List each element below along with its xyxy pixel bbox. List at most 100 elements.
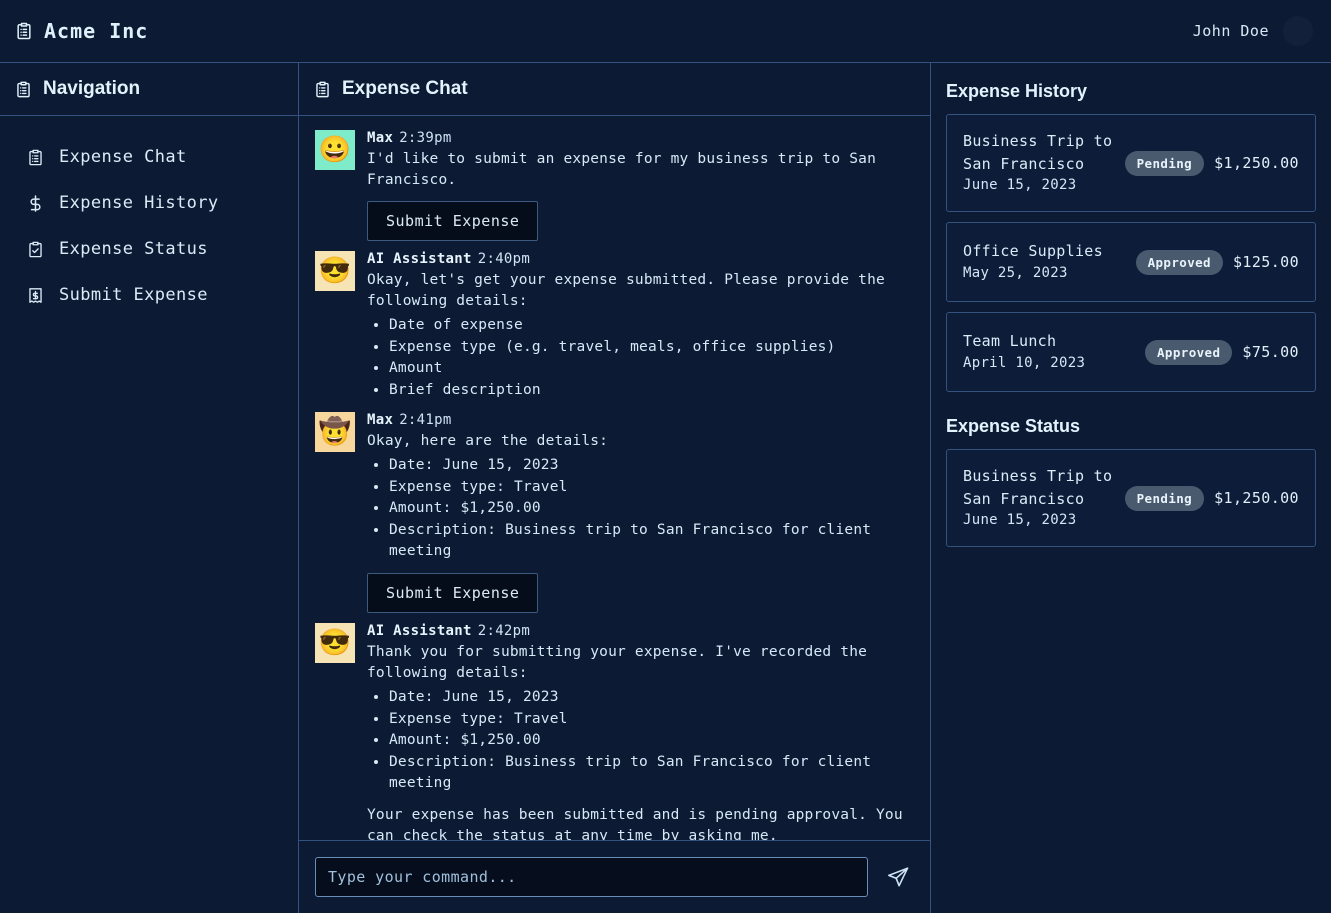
- clipboard-list-icon: [14, 80, 33, 99]
- user-name: John Doe: [1192, 22, 1269, 40]
- message-author: Max: [367, 130, 394, 146]
- chat-message: 😎 AI Assistant 2:42pm Thank you for submitt…: [315, 623, 914, 840]
- message-avatar: 😎: [315, 623, 355, 664]
- message-bullet: Expense type: Travel: [389, 477, 914, 498]
- message-list: 😀 Max 2:39pm I'd like to submit an expense …: [299, 116, 930, 840]
- chat-column: Expense Chat 😀 Max 2:39pm I'd like to submi…: [299, 63, 931, 913]
- expense-card-info: Business Trip to San Francisco June 15, 2…: [963, 130, 1112, 196]
- message-bullet-list: Date: June 15, 2023Expense type: TravelA…: [389, 455, 914, 561]
- message-bullet: Description: Business trip to San Franci…: [389, 520, 914, 561]
- expense-card-meta: Approved $75.00: [1145, 339, 1299, 365]
- expense-card-date: April 10, 2023: [963, 354, 1086, 371]
- message-bullet: Amount: [389, 358, 914, 379]
- status-badge: Approved: [1135, 249, 1223, 275]
- message-trailing-text: Your expense has been submitted and is p…: [367, 807, 912, 840]
- expense-card-title: Team Lunch: [963, 332, 1057, 351]
- message-meta: Max 2:41pm: [367, 412, 914, 428]
- sidebar-item-submit-expense[interactable]: Submit Expense: [0, 272, 298, 318]
- chat-message: 😀 Max 2:39pm I'd like to submit an expense …: [315, 130, 914, 242]
- expense-status-title: Expense Status: [946, 416, 1081, 436]
- expense-card-meta: Approved $125.00: [1135, 249, 1299, 275]
- expense-history-card[interactable]: Business Trip to San Francisco June 15, 2…: [946, 114, 1316, 212]
- sidebar-header: Navigation: [0, 63, 298, 116]
- message-bullet: Expense type: Travel: [389, 709, 914, 730]
- composer: [299, 840, 930, 913]
- brand[interactable]: Acme Inc: [14, 19, 148, 43]
- expense-card-title: Business Trip to San Francisco: [963, 467, 1113, 508]
- receipt-dollar-icon: [26, 286, 45, 305]
- sidebar-item-label: Submit Expense: [59, 285, 208, 305]
- expense-card-title: Office Supplies: [963, 242, 1103, 261]
- send-paper-plane-icon: [886, 865, 910, 889]
- clipboard-list-icon: [14, 21, 34, 41]
- message-text: Okay, here are the details:: [367, 432, 609, 449]
- chat-message: 🤠 Max 2:41pm Okay, here are the details: Dat…: [315, 411, 914, 614]
- message-text: Thank you for submitting your expense. I…: [367, 644, 877, 681]
- status-badge: Pending: [1124, 150, 1205, 176]
- sidebar: Navigation Expense Chat Expense History …: [0, 63, 299, 913]
- message-author: AI Assistant: [367, 623, 472, 640]
- message-author: Max: [367, 411, 394, 428]
- clipboard-list-icon: [26, 148, 45, 167]
- message-bullet-list: Date of expenseExpense type (e.g. travel…: [389, 315, 914, 400]
- message-bullet: Date: June 15, 2023: [389, 455, 914, 476]
- message-body: Max 2:39pm I'd like to submit an expense f…: [367, 130, 914, 242]
- sidebar-item-label: Expense Status: [59, 239, 208, 259]
- clipboard-check-icon: [26, 240, 45, 259]
- expense-card-meta: Pending $1,250.00: [1124, 150, 1299, 176]
- message-time: 2:40pm: [477, 251, 531, 268]
- message-time: 2:41pm: [399, 411, 452, 428]
- message-body: AI Assistant 2:42pm Thank you for submitti…: [367, 623, 914, 840]
- expense-card-amount: $125.00: [1232, 253, 1299, 271]
- message-bullet: Description: Business trip to San Franci…: [389, 752, 914, 793]
- user-area[interactable]: John Doe: [1193, 16, 1313, 46]
- message-avatar: 🤠: [315, 411, 355, 452]
- message-meta: Max 2:39pm: [367, 130, 914, 146]
- message-time: 2:39pm: [399, 130, 452, 146]
- sidebar-item-expense-chat[interactable]: Expense Chat: [0, 134, 298, 180]
- message-text: I'd like to submit an expense for my bus…: [367, 151, 885, 188]
- command-input[interactable]: [315, 857, 868, 897]
- message-bullet: Amount: $1,250.00: [389, 498, 914, 519]
- expense-card-date: June 15, 2023: [963, 512, 1077, 528]
- message-meta: AI Assistant 2:40pm: [367, 251, 914, 267]
- expense-card-info: Business Trip to San Francisco June 15, 2…: [963, 465, 1112, 531]
- chat-header: Expense Chat: [299, 63, 930, 116]
- sidebar-header-title: Navigation: [43, 78, 141, 99]
- expense-card-amount: $75.00: [1242, 343, 1299, 361]
- right-panel: Expense History Business Trip to San Fra…: [931, 63, 1331, 913]
- body-row: Navigation Expense Chat Expense History …: [0, 63, 1331, 913]
- expense-card-info: Team Lunch April 10, 2023: [963, 330, 1085, 374]
- expense-card-date: June 15, 2023: [963, 177, 1077, 193]
- expense-status-card[interactable]: Business Trip to San Francisco June 15, 2…: [946, 449, 1316, 547]
- message-text: Okay, let's get your expense submitted. …: [367, 272, 894, 309]
- expense-history-card[interactable]: Team Lunch April 10, 2023 Approved $75.00: [946, 312, 1316, 392]
- expense-status-list: Business Trip to San Francisco June 15, 2…: [946, 449, 1316, 547]
- send-button[interactable]: [882, 861, 914, 893]
- clipboard-list-icon: [313, 80, 332, 99]
- message-time: 2:42pm: [477, 623, 531, 640]
- expense-card-amount: $1,250.00: [1214, 489, 1299, 507]
- message-bullet-list: Date: June 15, 2023Expense type: TravelA…: [389, 687, 914, 793]
- sidebar-item-expense-status[interactable]: Expense Status: [0, 226, 298, 272]
- submit-expense-button[interactable]: Submit Expense: [367, 201, 539, 242]
- expense-card-amount: $1,250.00: [1214, 154, 1299, 172]
- expense-history-card[interactable]: Office Supplies May 25, 2023 Approved $125.…: [946, 222, 1316, 302]
- expense-card-title: Business Trip to San Francisco: [963, 132, 1113, 173]
- status-badge: Pending: [1124, 485, 1205, 511]
- message-bullet: Expense type (e.g. travel, meals, office…: [389, 337, 914, 358]
- expense-card-info: Office Supplies May 25, 2023: [963, 240, 1103, 284]
- expense-card-meta: Pending $1,250.00: [1124, 485, 1299, 511]
- submit-expense-button[interactable]: Submit Expense: [367, 573, 539, 614]
- sidebar-item-expense-history[interactable]: Expense History: [0, 180, 298, 226]
- sidebar-item-label: Expense History: [59, 193, 219, 213]
- user-avatar[interactable]: [1283, 16, 1313, 46]
- message-bullet: Brief description: [389, 380, 914, 401]
- top-bar: Acme Inc John Doe: [0, 0, 1331, 63]
- message-avatar: 😎: [315, 251, 355, 292]
- chat-message: 😎 AI Assistant 2:40pm Okay, let's get your …: [315, 251, 914, 401]
- brand-name: Acme Inc: [44, 19, 149, 43]
- dollar-sign-icon: [26, 194, 45, 213]
- expense-history-title: Expense History: [946, 81, 1088, 101]
- message-bullet: Amount: $1,250.00: [389, 730, 914, 751]
